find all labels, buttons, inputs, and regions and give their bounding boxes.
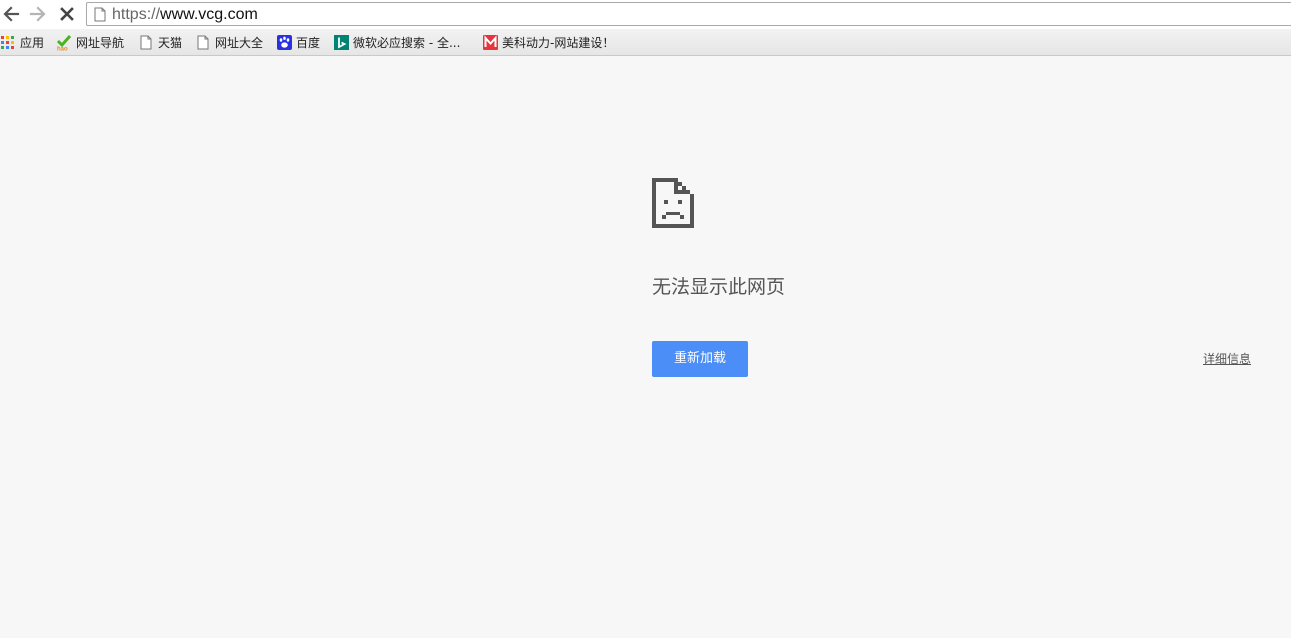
bookmark-label: 美科动力-网站建设！ — [502, 36, 615, 50]
hao123-icon: hao — [56, 34, 72, 51]
bookmark-apps[interactable]: 应用 — [0, 34, 44, 51]
error-title: 无法显示此网页 — [652, 276, 786, 298]
apps-grid-icon — [0, 35, 16, 51]
bookmark-label: 应用 — [20, 36, 45, 50]
bookmark-baidu[interactable]: 百度 — [276, 34, 320, 51]
svg-text:hao: hao — [57, 46, 68, 51]
address-bar[interactable]: https://www.vcg.com — [86, 2, 1291, 26]
bookmark-hao123[interactable]: hao 网址导航 — [56, 34, 124, 51]
bookmark-url-directory[interactable]: 网址大全 — [195, 34, 263, 51]
reload-button[interactable]: 重新加载 — [652, 341, 748, 377]
m-logo-icon — [482, 35, 498, 51]
stop-x-icon — [60, 7, 74, 21]
baidu-paw-icon — [276, 35, 292, 51]
forward-button[interactable] — [27, 3, 49, 25]
bookmark-bing[interactable]: 微软必应搜索 - 全... — [333, 34, 460, 51]
bookmark-label: 天猫 — [158, 36, 183, 50]
bookmark-label: 网址导航 — [76, 36, 125, 50]
bookmarks-bar: 应用 hao 网址导航 天猫 网址大全 百度 微软必应搜索 - 全... 美科动… — [0, 29, 1291, 56]
forward-arrow-icon — [29, 6, 46, 22]
back-button[interactable] — [0, 3, 22, 25]
bookmark-label: 微软必应搜索 - 全... — [353, 36, 461, 50]
bookmark-tmall[interactable]: 天猫 — [138, 34, 182, 51]
browser-toolbar: https://www.vcg.com — [0, 0, 1291, 29]
page-icon — [94, 7, 106, 26]
url-scheme: https:// — [112, 6, 161, 23]
url-host: www.vcg.com — [160, 6, 258, 23]
browser-window: https://www.vcg.com 应用 hao 网址导航 天猫 网址大全 … — [0, 0, 1291, 638]
bookmark-label: 网址大全 — [215, 36, 264, 50]
page-icon — [195, 35, 211, 51]
bing-icon — [333, 35, 349, 51]
page-icon — [138, 35, 154, 51]
bookmark-label: 百度 — [296, 36, 321, 50]
back-arrow-icon — [3, 6, 20, 22]
url-text: https://www.vcg.com — [112, 5, 258, 24]
sad-document-icon — [652, 178, 694, 228]
bookmark-meike[interactable]: 美科动力-网站建设！ — [482, 34, 614, 51]
stop-button[interactable] — [56, 3, 78, 25]
details-link[interactable]: 详细信息 — [1203, 350, 1251, 367]
